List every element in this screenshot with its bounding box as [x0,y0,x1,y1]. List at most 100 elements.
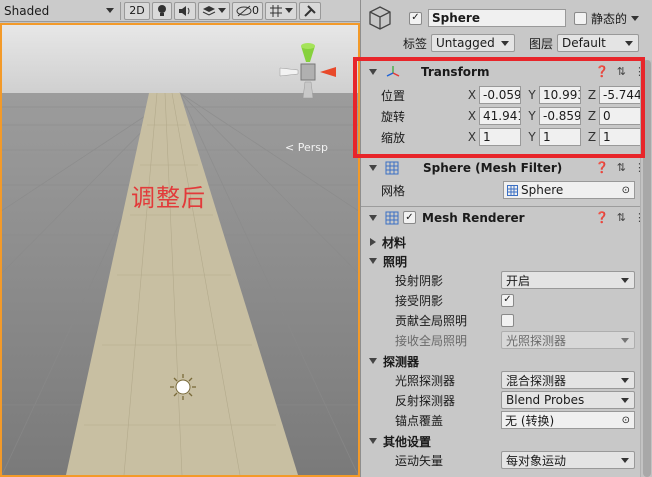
scene-viewport[interactable]: < Persp [0,23,360,477]
inspector-panel: ✓ Sphere 静态的 标签 Untagged 图层 Default Tran… [360,0,652,477]
light-probes-label: 光照探测器 [395,373,456,388]
chevron-down-icon [501,41,510,46]
scale-z-field[interactable]: 1 [599,128,643,146]
tools-button[interactable] [299,1,321,20]
materials-label: 材料 [382,235,407,250]
foldout-arrow-icon[interactable] [369,214,377,221]
rotation-x-field[interactable]: 41.941 [479,107,521,125]
rotation-y-field[interactable]: -0.859 [539,107,581,125]
reflection-probes-dropdown[interactable]: Blend Probes [501,391,635,409]
static-dropdown-arrow[interactable] [631,15,640,21]
contribute-gi-checkbox[interactable] [501,313,514,327]
rotation-z-value: 0 [603,109,611,123]
motion-vectors-row: 运动矢量 每对象运动 [361,451,652,469]
grid-dropdown[interactable] [265,1,297,20]
transform-title: Transform [421,64,490,79]
foldout-arrow-icon[interactable] [369,438,377,444]
light-probes-dropdown[interactable]: 混合探测器 [501,371,635,389]
audio-toggle-button[interactable] [174,1,196,20]
transform-header[interactable]: Transform ❓ ⇅ ⋮ [361,60,652,82]
contribute-gi-label: 贡献全局照明 [395,313,468,328]
receive-gi-dropdown: 光照探测器 [501,331,635,349]
layer-dropdown[interactable]: Default [557,34,640,52]
rotation-z-field[interactable]: 0 [599,107,643,125]
anchor-override-value: 无 (转换) [505,413,555,428]
mesh-grid-icon [385,161,399,174]
foldout-arrow-icon[interactable] [369,164,377,171]
scale-label: 缩放 [381,130,406,145]
foldout-arrow-icon[interactable] [369,358,377,364]
lighting-toggle-button[interactable] [152,1,172,20]
perspective-label[interactable]: < Persp [285,141,328,154]
annotation-text: 调整后 [131,184,206,212]
chevron-down-icon [625,41,634,46]
cast-shadows-dropdown[interactable]: 开启 [501,271,635,289]
rotation-x-value: 41.941 [483,109,521,123]
foldout-arrow-icon[interactable] [369,258,377,264]
rotation-label: 旋转 [381,109,406,124]
mesh-renderer-header[interactable]: ✓ Mesh Renderer ❓ ⇅ ⋮ [361,206,652,228]
chevron-down-icon [621,458,629,463]
probes-foldout[interactable]: 探测器 [361,352,652,370]
object-picker-icon[interactable]: ⊙ [622,185,630,196]
mesh-grid-icon [385,211,399,224]
scale-y-field[interactable]: 1 [539,128,581,146]
foldout-arrow-icon[interactable] [370,238,376,246]
help-icon[interactable]: ❓ [595,211,609,224]
inspector-scrollbar[interactable] [640,60,652,477]
contribute-gi-row: 贡献全局照明 [361,311,652,329]
transform-header-icons: ❓ ⇅ ⋮ [595,65,645,78]
scrollbar-thumb[interactable] [643,60,651,477]
receive-shadows-label: 接受阴影 [395,293,444,308]
scene-canvas [2,25,358,475]
motion-vectors-dropdown[interactable]: 每对象运动 [501,451,635,469]
static-label: 静态的 [591,11,628,26]
anchor-override-field[interactable]: 无 (转换) ⊙ [501,411,635,429]
mesh-object-field[interactable]: Sphere ⊙ [503,181,635,199]
z-axis-label: Z [587,88,597,102]
rotation-y-value: -0.859 [543,109,581,123]
mesh-filter-header[interactable]: Sphere (Mesh Filter) ❓ ⇅ ⋮ [361,156,652,178]
light-probes-value: 混合探测器 [506,373,567,388]
x-axis-label: X [467,88,477,102]
lighting-foldout[interactable]: 照明 [361,252,652,270]
hidden-objects-toggle[interactable]: 0 [232,1,263,20]
cast-shadows-label: 投射阴影 [395,273,444,288]
2d-toggle-button[interactable]: 2D [124,1,150,20]
y-axis-label: Y [528,109,536,123]
object-name-field[interactable]: Sphere [428,9,566,27]
scale-y-value: 1 [543,130,551,144]
object-picker-icon[interactable]: ⊙ [622,415,630,426]
help-icon[interactable]: ❓ [595,161,609,174]
receive-shadows-checkbox[interactable]: ✓ [501,293,514,307]
shading-mode-label: Shaded [4,3,50,18]
materials-foldout[interactable]: 材料 [361,233,652,251]
chevron-down-icon [106,8,114,13]
chevron-down-icon [218,8,226,13]
reflection-probes-label: 反射探测器 [395,393,456,408]
effects-dropdown[interactable] [198,1,230,20]
position-x-field[interactable]: -0.059 [479,86,521,104]
static-checkbox[interactable] [574,11,587,25]
active-checkbox[interactable]: ✓ [409,11,422,25]
presets-icon[interactable]: ⇅ [617,161,626,174]
tag-dropdown[interactable]: Untagged [431,34,516,52]
position-z-field[interactable]: -5.7448 [599,86,643,104]
scene-toolbar: Shaded 2D 0 [0,0,360,22]
mesh-renderer-title: Mesh Renderer [422,210,525,225]
position-row: 位置 X -0.059 Y 10.993 Z -5.7448 [361,86,652,104]
foldout-arrow-icon[interactable] [369,68,377,75]
mesh-filter-header-icons: ❓ ⇅ ⋮ [595,161,645,174]
layer-value: Default [562,36,606,50]
shading-mode-dropdown[interactable]: Shaded [0,2,118,20]
other-settings-foldout[interactable]: 其他设置 [361,432,652,450]
scale-z-value: 1 [603,130,611,144]
position-y-field[interactable]: 10.993 [539,86,581,104]
presets-icon[interactable]: ⇅ [617,65,626,78]
mesh-renderer-enabled-checkbox[interactable]: ✓ [403,211,416,224]
scale-x-field[interactable]: 1 [479,128,521,146]
help-icon[interactable]: ❓ [595,65,609,78]
speaker-icon [179,5,190,16]
mesh-filter-title: Sphere (Mesh Filter) [423,160,563,175]
presets-icon[interactable]: ⇅ [617,211,626,224]
